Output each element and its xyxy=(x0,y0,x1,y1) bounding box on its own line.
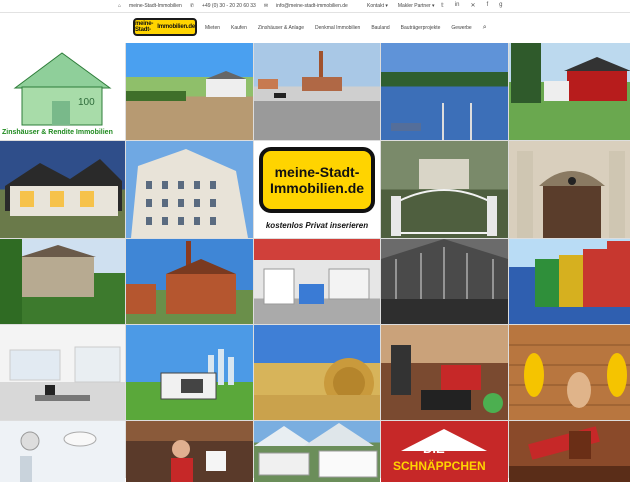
industrial-hall-image xyxy=(381,239,508,324)
menu-item-mieten[interactable]: Mieten xyxy=(205,25,220,31)
brick-factory-image xyxy=(126,241,236,314)
tile-retail-interior[interactable] xyxy=(254,239,380,324)
kontakt-menu[interactable]: Kontakt ▾ xyxy=(367,3,388,9)
modern-house-image xyxy=(5,159,122,216)
tile-camper-mountains[interactable] xyxy=(254,421,380,482)
menu-item-bauland[interactable]: Bauland xyxy=(371,25,389,31)
image-tile-grid: 100 Zinshäuser & Rendite Immobilien mein… xyxy=(0,43,630,482)
menu-item-denkmal[interactable]: Denkmal Immobilien xyxy=(315,25,360,31)
tile-medical-lamp[interactable] xyxy=(0,421,125,482)
tile-old-building-green[interactable] xyxy=(0,239,125,324)
tile-brick-factory[interactable] xyxy=(126,239,253,324)
tile-factory-land[interactable] xyxy=(254,43,380,140)
sauna-image xyxy=(509,344,630,408)
tile-lake[interactable] xyxy=(381,43,508,140)
email-link[interactable]: info@meine-stadt-immobilien.de xyxy=(276,3,348,9)
red-house-image xyxy=(511,43,630,103)
tile-restaurant[interactable] xyxy=(126,421,253,482)
makler-partner-menu[interactable]: Makler Partner ▾ xyxy=(398,3,435,9)
schnaeppchen-label: SCHNÄPPCHEN xyxy=(393,459,486,473)
tile-villa-gate[interactable] xyxy=(381,141,508,238)
tile-schnaeppchen[interactable]: DIE SCHNÄPPCHEN xyxy=(381,421,508,482)
tile-money-house[interactable]: 100 Zinshäuser & Rendite Immobilien xyxy=(0,43,125,140)
tile-red-house[interactable] xyxy=(509,43,630,140)
tile-construction-site[interactable] xyxy=(126,43,253,140)
factory-image xyxy=(258,51,342,98)
hay-field-image xyxy=(254,358,380,420)
retail-interior-image xyxy=(263,268,370,305)
tile-logo-billboard[interactable]: meine-Stadt- Immobilien.de kostenlos Pri… xyxy=(254,141,380,238)
containers-image xyxy=(509,241,630,324)
tile-caption-zinshaeuser[interactable]: Zinshäuser & Rendite Immobilien xyxy=(2,129,113,136)
tile-tiny-house[interactable] xyxy=(126,325,253,420)
main-navbar: meine-Stadt- Immobilien.de Mieten Kaufen … xyxy=(0,13,630,43)
menu-item-bautraeger[interactable]: Bauträgerprojekte xyxy=(401,25,441,31)
tile-sauna[interactable] xyxy=(509,325,630,420)
office-image xyxy=(9,346,121,401)
menu-item-zinshaeuser[interactable]: Zinshäuser & Anlage xyxy=(258,25,304,31)
lake-image xyxy=(391,103,472,140)
tile-modern-house[interactable] xyxy=(0,141,125,238)
die-label: DIE xyxy=(423,441,445,456)
phone-icon: ✆ xyxy=(189,3,195,9)
twitter-icon[interactable]: 𝕥 xyxy=(441,2,444,9)
tile-office[interactable] xyxy=(0,325,125,420)
home-icon[interactable]: ⌂ xyxy=(118,3,121,9)
search-icon[interactable]: ⌕ xyxy=(483,24,487,31)
phone-number[interactable]: +49 (0) 30 - 20 20 60 33 xyxy=(202,3,256,9)
gym-image xyxy=(391,345,503,413)
money-house-image: 100 xyxy=(13,52,112,126)
old-building-image xyxy=(0,239,96,324)
tile-industrial-hall[interactable] xyxy=(381,239,508,324)
construction-image xyxy=(126,71,246,101)
tile-hay-field[interactable] xyxy=(254,325,380,420)
apartment-building-image xyxy=(131,149,248,238)
xing-icon[interactable]: ✕ xyxy=(470,2,475,9)
tiny-house-image xyxy=(160,349,234,400)
billboard-logo: meine-Stadt- Immobilien.de xyxy=(259,147,375,213)
tile-historic-portal[interactable] xyxy=(509,141,630,238)
linkedin-icon[interactable]: in xyxy=(455,2,460,9)
menu-item-gewerbe[interactable]: Gewerbe xyxy=(451,25,471,31)
medical-lamp-image xyxy=(20,431,97,482)
camper-image xyxy=(254,423,378,478)
villa-gate-image xyxy=(391,159,497,236)
tile-auction-gavel[interactable] xyxy=(509,421,630,482)
tile-apartment-building[interactable] xyxy=(126,141,253,238)
facebook-icon[interactable]: f xyxy=(487,2,489,9)
site-name[interactable]: meine-Stadt-Immobilien xyxy=(129,3,182,9)
tile-containers[interactable] xyxy=(509,239,630,324)
google-plus-icon[interactable]: g xyxy=(499,2,502,9)
main-menu: Mieten Kaufen Zinshäuser & Anlage Denkma… xyxy=(205,24,487,31)
restaurant-image xyxy=(126,421,253,482)
menu-item-kaufen[interactable]: Kaufen xyxy=(231,25,247,31)
site-logo[interactable]: meine-Stadt- Immobilien.de xyxy=(133,18,197,36)
mail-icon: ✉ xyxy=(263,3,269,9)
portal-image xyxy=(517,151,625,238)
money-label: 100 xyxy=(78,97,95,108)
gavel-image xyxy=(509,426,630,482)
tile-gym[interactable] xyxy=(381,325,508,420)
billboard-subtitle: kostenlos Privat inserieren xyxy=(265,221,369,230)
top-bar: ⌂ meine-Stadt-Immobilien ✆ +49 (0) 30 - … xyxy=(0,0,630,13)
